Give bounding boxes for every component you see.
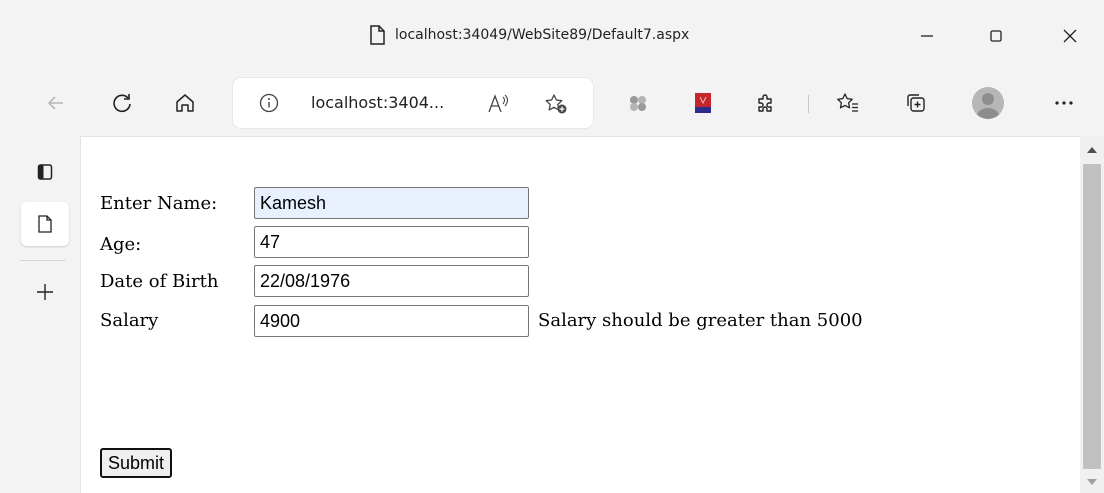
scroll-down-arrow[interactable]	[1080, 472, 1104, 492]
sidebar-tabs-icon	[37, 164, 53, 180]
page-document-icon	[369, 25, 385, 45]
home-button[interactable]	[167, 85, 203, 121]
pdf-extension-icon	[695, 93, 711, 113]
profile-avatar[interactable]	[972, 87, 1004, 119]
sidebar-divider	[20, 260, 66, 261]
minimize-icon	[921, 35, 933, 37]
tab-actions-button[interactable]	[21, 150, 69, 194]
vertical-scrollbar[interactable]	[1080, 136, 1104, 493]
salary-validation-message: Salary should be greater than 5000	[538, 310, 863, 331]
home-icon	[176, 94, 194, 112]
extensions-button[interactable]	[747, 85, 783, 121]
window-title-text: localhost:34049/WebSite89/Default7.aspx	[395, 27, 690, 43]
window-title: localhost:34049/WebSite89/Default7.aspx	[369, 20, 689, 50]
more-icon	[1055, 101, 1073, 105]
minimize-button[interactable]	[904, 18, 950, 54]
submit-button[interactable]: Submit	[100, 448, 173, 478]
maximize-button[interactable]	[973, 18, 1019, 54]
more-button[interactable]	[1046, 85, 1082, 121]
page-icon	[38, 215, 52, 233]
close-icon	[1063, 29, 1077, 43]
collections-button[interactable]	[898, 85, 934, 121]
back-button[interactable]	[38, 85, 74, 121]
favorites-icon	[837, 93, 858, 112]
close-button[interactable]	[1047, 18, 1093, 54]
refresh-icon	[113, 94, 131, 113]
extension-icon	[630, 96, 646, 111]
dob-label: Date of Birth	[100, 271, 219, 292]
pdf-extension-button[interactable]	[685, 85, 721, 121]
maximize-icon	[990, 30, 1002, 42]
name-input[interactable]: Kamesh	[254, 187, 529, 219]
salary-input[interactable]: 4900	[254, 305, 529, 337]
address-bar[interactable]: localhost:3404...	[233, 78, 593, 128]
arrow-up-icon	[1087, 147, 1097, 153]
info-icon[interactable]	[259, 93, 279, 117]
extensions-icon	[758, 94, 772, 112]
read-aloud-icon[interactable]	[485, 91, 511, 117]
name-label: Enter Name:	[100, 193, 218, 214]
age-input[interactable]: 47	[254, 226, 529, 258]
add-icon	[37, 284, 53, 300]
browser-toolbar: localhost:3404...	[0, 70, 1104, 136]
new-tab-button[interactable]	[21, 270, 69, 314]
scrollbar-thumb[interactable]	[1083, 164, 1101, 469]
back-icon	[47, 96, 63, 110]
scroll-up-arrow[interactable]	[1080, 140, 1104, 160]
collections-icon	[907, 94, 925, 112]
add-favorite-icon[interactable]	[543, 91, 569, 117]
tab-item-active[interactable]	[21, 202, 69, 246]
age-label: Age:	[100, 234, 142, 255]
profile-icon	[977, 93, 999, 119]
arrow-down-icon	[1087, 479, 1097, 485]
address-text[interactable]: localhost:3404...	[311, 93, 444, 112]
refresh-button[interactable]	[104, 85, 140, 121]
favorites-button[interactable]	[830, 85, 866, 121]
extension-button[interactable]	[620, 85, 656, 121]
page-content: Enter Name: Kamesh Age: 47 Date of Birth…	[80, 136, 1080, 493]
dob-input[interactable]: 22/08/1976	[254, 265, 529, 297]
window-titlebar: localhost:34049/WebSite89/Default7.aspx	[0, 0, 1104, 70]
salary-label: Salary	[100, 310, 159, 331]
toolbar-separator	[808, 95, 809, 113]
vertical-tabs-sidebar	[0, 136, 80, 493]
